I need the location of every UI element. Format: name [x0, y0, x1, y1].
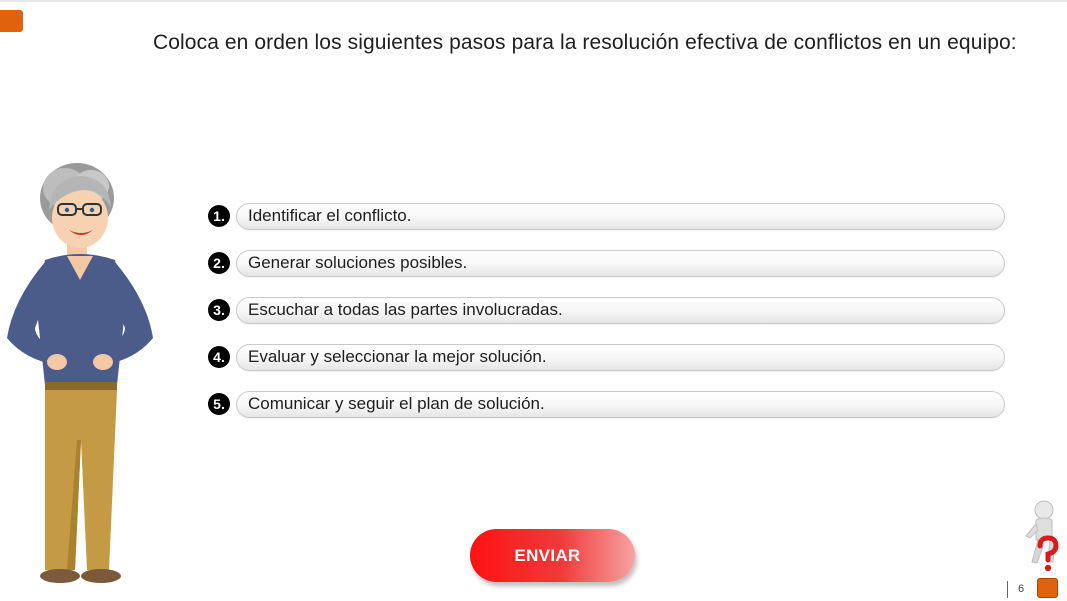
step-item: 3. Escuchar a todas las partes involucra…: [208, 295, 1005, 325]
next-page-icon[interactable]: [1037, 578, 1058, 598]
step-item: 4. Evaluar y seleccionar la mejor soluci…: [208, 342, 1005, 372]
step-number-badge: 4.: [208, 346, 230, 368]
teacher-character-illustration: [7, 163, 153, 583]
ordering-list: 1. Identificar el conflicto. 2. Generar …: [208, 201, 1005, 436]
question-text: Coloca en orden los siguientes pasos par…: [153, 31, 1017, 54]
page-separator: [1007, 581, 1008, 598]
draggable-step-option[interactable]: Escuchar a todas las partes involucradas…: [236, 296, 1005, 324]
step-number-badge: 3.: [208, 299, 230, 321]
menu-tab[interactable]: [0, 10, 23, 32]
step-number-badge: 5.: [208, 393, 230, 415]
step-number-badge: 1.: [208, 205, 230, 227]
draggable-step-option[interactable]: Identificar el conflicto.: [236, 202, 1005, 230]
step-number-badge: 2.: [208, 252, 230, 274]
step-item: 5. Comunicar y seguir el plan de solució…: [208, 389, 1005, 419]
draggable-step-option[interactable]: Generar soluciones posibles.: [236, 249, 1005, 277]
page-number: 6: [1018, 583, 1025, 595]
top-divider: [0, 0, 1067, 2]
draggable-step-option[interactable]: Evaluar y seleccionar la mejor solución.: [236, 343, 1005, 371]
step-item: 2. Generar soluciones posibles.: [208, 248, 1005, 278]
step-item: 1. Identificar el conflicto.: [208, 201, 1005, 231]
draggable-step-option[interactable]: Comunicar y seguir el plan de solución.: [236, 390, 1005, 418]
help-question-figure-icon[interactable]: [1018, 500, 1062, 576]
submit-button[interactable]: ENVIAR: [470, 529, 635, 582]
